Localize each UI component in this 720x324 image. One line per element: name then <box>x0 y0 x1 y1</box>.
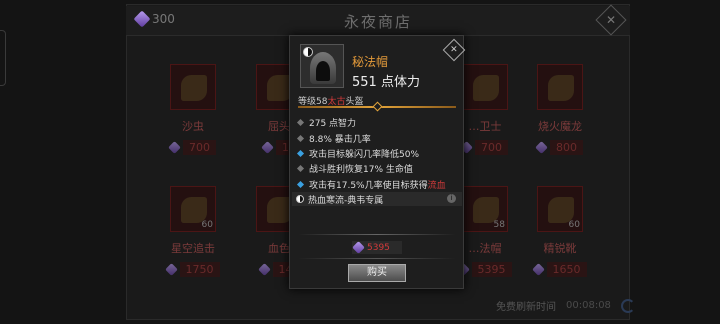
info-icon[interactable]: i <box>447 194 456 203</box>
set-name: 热血寒流-典韦专属 <box>308 195 384 206</box>
divider-diamond <box>372 101 383 112</box>
attribute-row: 攻击有17.5%几率使目标获得流血 <box>296 177 458 192</box>
refresh-time: 00:08:08 <box>566 300 611 311</box>
item-frame <box>462 64 508 110</box>
slot-price: 1750 <box>160 262 226 277</box>
gem-icon <box>164 263 178 276</box>
item-image <box>548 75 574 101</box>
slot-price: 800 <box>527 140 593 155</box>
side-panel-handle[interactable] <box>0 30 6 86</box>
divider <box>298 258 456 259</box>
price-value: 5395 <box>367 242 390 253</box>
item-frame <box>170 64 216 110</box>
item-image <box>181 75 207 101</box>
attribute-row: 战斗胜利恢复17% 生命值 <box>296 161 458 176</box>
gem-icon <box>257 263 271 276</box>
slot-name: 精锐靴 <box>543 242 577 255</box>
close-icon: ✕ <box>605 13 617 27</box>
attribute-row: 攻击目标躲闪几率降低50% <box>296 146 458 161</box>
item-main-stat: 551 点体力 <box>352 75 420 90</box>
slot-price: 1650 <box>527 262 593 277</box>
bullet-icon <box>296 119 305 127</box>
slot-price: 700 <box>160 140 226 155</box>
item-frame: 60 <box>170 186 216 232</box>
attribute-row: 275 点智力 <box>296 115 458 130</box>
tooltip-close-button[interactable]: ✕ <box>442 38 466 62</box>
gem-icon <box>168 141 181 154</box>
bullet-icon <box>296 134 305 142</box>
shop-slot[interactable]: 烧火魔龙 800 <box>527 64 593 160</box>
shop-slot[interactable]: 沙虫 700 <box>160 64 226 160</box>
item-icon <box>300 44 344 88</box>
shop-title: 永夜商店 <box>343 13 412 31</box>
item-frame: 60 <box>537 186 583 232</box>
divider <box>298 234 456 235</box>
shop-slot[interactable]: 60 精锐靴 1650 <box>527 186 593 282</box>
refresh-icon[interactable] <box>620 298 635 313</box>
item-frame: 58 <box>462 186 508 232</box>
bullet-icon <box>296 165 305 173</box>
yin-yang-icon <box>296 195 304 203</box>
attribute-list: 275 点智力 8.8% 暴击几率 攻击目标躲闪几率降低50% 战斗胜利恢复17… <box>296 115 458 192</box>
price-display: 5395 <box>352 241 402 254</box>
yin-yang-icon <box>303 47 313 57</box>
attribute-row: 8.8% 暴击几率 <box>296 130 458 145</box>
close-icon: ✕ <box>450 44 458 55</box>
gem-icon <box>531 263 545 276</box>
set-bonus-row[interactable]: 热血寒流-典韦专属 i <box>292 192 462 206</box>
item-frame <box>537 64 583 110</box>
refresh-label: 免费刷新时间 <box>496 302 556 313</box>
slot-name: 沙虫 <box>182 120 204 133</box>
item-image <box>473 75 499 101</box>
shop-slot[interactable]: 60 星空追击 1750 <box>160 186 226 282</box>
slot-name: 烧火魔龙 <box>538 120 582 133</box>
slot-name: 星空追击 <box>171 242 215 255</box>
gem-icon <box>352 241 365 254</box>
buy-button[interactable]: 购买 <box>348 264 406 282</box>
item-name: 秘法帽 <box>352 55 389 69</box>
gem-icon <box>535 141 548 154</box>
refresh-timer: 免费刷新时间 00:08:08 <box>496 298 635 313</box>
bullet-icon <box>296 149 305 158</box>
bullet-icon <box>296 180 305 188</box>
shop-header: 300 永夜商店 ✕ <box>126 4 630 36</box>
gem-icon <box>261 141 274 154</box>
item-tooltip: ✕ 秘法帽 551 点体力 等级58太古头盔 275 点智力 8.8% 暴击几率… <box>289 35 466 289</box>
